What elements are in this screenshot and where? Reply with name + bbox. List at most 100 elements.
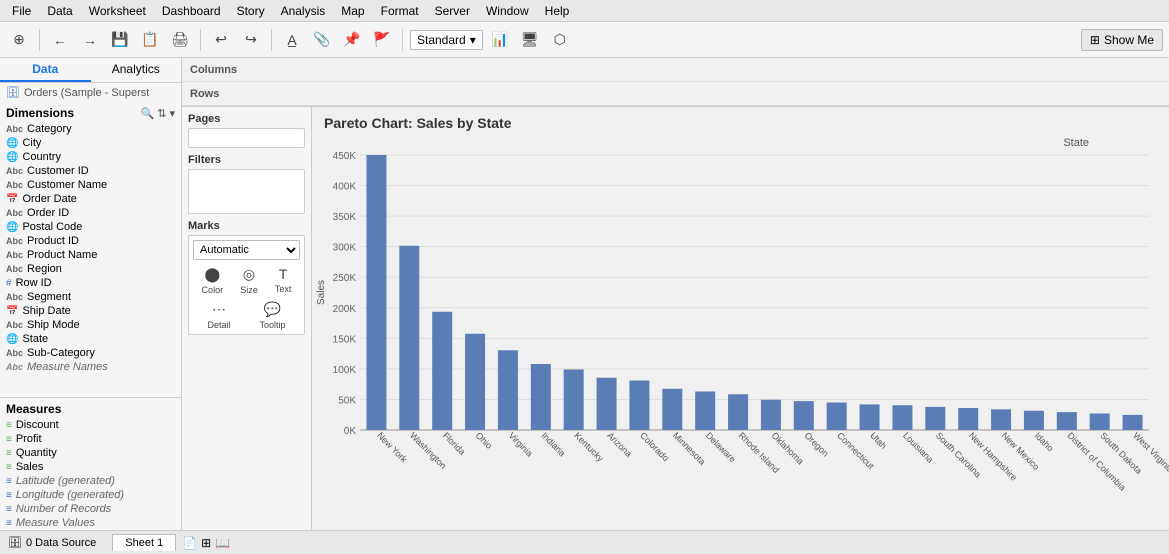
dim-sub-category[interactable]: AbcSub-Category xyxy=(0,346,181,360)
dim-postal-code[interactable]: 🌐Postal Code xyxy=(0,220,181,234)
measure-latitude[interactable]: ≡Latitude (generated) xyxy=(0,474,181,488)
dim-ship-mode[interactable]: AbcShip Mode xyxy=(0,318,181,332)
menu-help[interactable]: Help xyxy=(537,2,578,20)
data-source-row[interactable]: 🗄 Orders (Sample - Superst xyxy=(0,83,181,102)
sort-icon[interactable]: ⇅ xyxy=(157,107,166,120)
dim-row-id[interactable]: #Row ID xyxy=(0,276,181,290)
toolbar-new-btn[interactable]: ⊕ xyxy=(6,27,32,53)
svg-text:Virginia: Virginia xyxy=(507,430,535,458)
marks-icons-row2: ⋯ Detail 💬 Tooltip xyxy=(193,301,300,330)
toolbar-pin-btn[interactable]: 📌 xyxy=(339,27,365,53)
svg-text:Sales: Sales xyxy=(316,280,327,305)
toolbar-annot-btn[interactable]: 📎 xyxy=(309,27,335,53)
toolbar-forward-btn[interactable]: → xyxy=(77,27,103,53)
measure-sales[interactable]: ≡Sales xyxy=(0,460,181,474)
calendar-icon: 📅 xyxy=(6,194,18,205)
dim-measure-names[interactable]: AbcMeasure Names xyxy=(0,360,181,374)
dim-region[interactable]: AbcRegion xyxy=(0,262,181,276)
columns-shelf[interactable]: Columns xyxy=(182,58,1169,82)
svg-text:Arizona: Arizona xyxy=(605,430,634,459)
dim-product-name[interactable]: AbcProduct Name xyxy=(0,248,181,262)
abc-icon: Abc xyxy=(6,208,23,218)
filters-box[interactable] xyxy=(188,169,305,214)
menu-data[interactable]: Data xyxy=(39,2,80,20)
toolbar-device-btn[interactable]: 🖥 xyxy=(517,27,543,53)
marks-icons-row: ⬤ Color ◎ Size T Text xyxy=(193,266,300,295)
rows-shelf[interactable]: Rows xyxy=(182,82,1169,106)
menu-dashboard[interactable]: Dashboard xyxy=(154,2,229,20)
toolbar-flag-btn[interactable]: 🚩 xyxy=(369,27,395,53)
dim-category[interactable]: AbcCategory xyxy=(0,122,181,136)
menu-server[interactable]: Server xyxy=(427,2,478,20)
add-icon[interactable]: ▾ xyxy=(169,107,175,120)
detail-label: Detail xyxy=(207,320,230,330)
dim-segment[interactable]: AbcSegment xyxy=(0,290,181,304)
dim-order-id[interactable]: AbcOrder ID xyxy=(0,206,181,220)
new-dashboard-icon[interactable]: ⊞ xyxy=(201,536,211,550)
dim-customer-name[interactable]: AbcCustomer Name xyxy=(0,178,181,192)
svg-text:Colorado: Colorado xyxy=(638,430,671,463)
measure-values[interactable]: ≡Measure Values xyxy=(0,516,181,530)
toolbar-share-btn[interactable]: ⬡ xyxy=(547,27,573,53)
dim-ship-date[interactable]: 📅Ship Date xyxy=(0,304,181,318)
dim-order-date[interactable]: 📅Order Date xyxy=(0,192,181,206)
toolbar-print-btn[interactable]: 🖨 xyxy=(167,27,193,53)
search-icon[interactable]: 🔍 xyxy=(141,107,155,120)
dim-country[interactable]: 🌐Country xyxy=(0,150,181,164)
chart-canvas: State 0K50K100K150K200K250K300K350K400K4… xyxy=(312,135,1169,530)
menu-story[interactable]: Story xyxy=(229,2,273,20)
measures-section: Measures ≡Discount ≡Profit ≡Quantity ≡Sa… xyxy=(0,397,181,530)
measure-discount[interactable]: ≡Discount xyxy=(0,418,181,432)
toolbar-chart-btn[interactable]: 📊 xyxy=(487,27,513,53)
sheet-tab-icons: 📄 ⊞ 📖 xyxy=(176,536,236,550)
abc-icon: Abc xyxy=(6,348,23,358)
toolbar-saveas-btn[interactable]: 📋 xyxy=(137,27,163,53)
status-bar: 🗄 0 Data Source Sheet 1 📄 ⊞ 📖 xyxy=(0,530,1169,554)
globe-icon: 🌐 xyxy=(6,138,18,149)
menu-format[interactable]: Format xyxy=(373,2,427,20)
measure-longitude[interactable]: ≡Longitude (generated) xyxy=(0,488,181,502)
menu-analysis[interactable]: Analysis xyxy=(273,2,334,20)
toolbar-highlight-btn[interactable]: A̲ xyxy=(279,27,305,53)
tab-data[interactable]: Data xyxy=(0,58,91,82)
svg-text:Idaho: Idaho xyxy=(1033,430,1056,453)
toolbar-undo-btn[interactable]: ↩ xyxy=(208,27,234,53)
measure-quantity[interactable]: ≡Quantity xyxy=(0,446,181,460)
measure-icon: ≡ xyxy=(6,434,12,445)
new-story-icon[interactable]: 📖 xyxy=(215,536,230,550)
measures-label: Measures xyxy=(6,402,61,416)
globe-icon: 🌐 xyxy=(6,152,18,163)
dim-product-id[interactable]: AbcProduct ID xyxy=(0,234,181,248)
marks-size-btn[interactable]: ◎ Size xyxy=(240,266,258,295)
toolbar-redo-btn[interactable]: ↪ xyxy=(238,27,264,53)
pages-box[interactable] xyxy=(188,128,305,148)
dim-state[interactable]: 🌐State xyxy=(0,332,181,346)
dim-customer-id[interactable]: AbcCustomer ID xyxy=(0,164,181,178)
measure-profit[interactable]: ≡Profit xyxy=(0,432,181,446)
menu-file[interactable]: File xyxy=(4,2,39,20)
columns-label: Columns xyxy=(182,64,252,76)
toolbar-standard-dropdown[interactable]: Standard ▾ xyxy=(410,30,483,50)
marks-type-select[interactable]: Automatic xyxy=(193,240,300,260)
measure-num-records[interactable]: ≡Number of Records xyxy=(0,502,181,516)
svg-text:Minnesota: Minnesota xyxy=(671,430,707,466)
toolbar-save-btn[interactable]: 💾 xyxy=(107,27,133,53)
marks-color-btn[interactable]: ⬤ Color xyxy=(202,266,224,295)
menu-worksheet[interactable]: Worksheet xyxy=(81,2,154,20)
tab-analytics[interactable]: Analytics xyxy=(91,58,182,82)
toolbar-back-btn[interactable]: ← xyxy=(47,27,73,53)
abc-icon: Abc xyxy=(6,236,23,246)
dim-city[interactable]: 🌐City xyxy=(0,136,181,150)
toolbar-sep-2 xyxy=(200,29,201,51)
marks-text-btn[interactable]: T Text xyxy=(275,266,292,295)
menu-map[interactable]: Map xyxy=(333,2,372,20)
data-source-tab[interactable]: 🗄 0 Data Source xyxy=(0,536,104,549)
marks-tooltip-btn[interactable]: 💬 Tooltip xyxy=(259,301,285,330)
new-sheet-icon[interactable]: 📄 xyxy=(182,536,197,550)
measure-icon: ≡ xyxy=(6,420,12,431)
menu-window[interactable]: Window xyxy=(478,2,537,20)
marks-detail-btn[interactable]: ⋯ Detail xyxy=(207,301,230,330)
svg-text:Indiana: Indiana xyxy=(539,430,567,458)
sheet-tab[interactable]: Sheet 1 xyxy=(112,534,176,551)
show-me-button[interactable]: ⊞ Show Me xyxy=(1081,29,1163,51)
